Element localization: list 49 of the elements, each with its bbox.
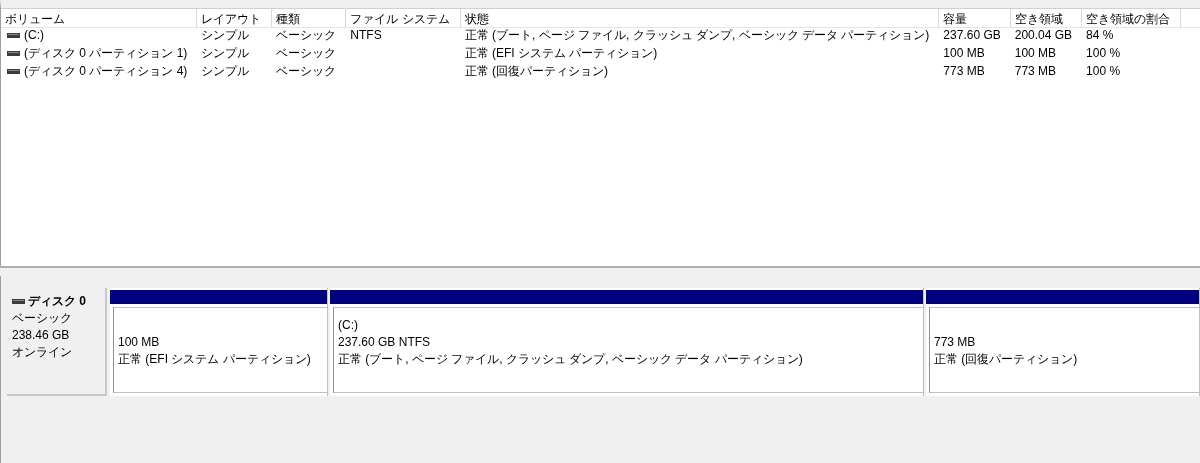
drive-icon xyxy=(7,68,20,74)
table-cell: 773 MB xyxy=(1014,64,1057,78)
drive-icon xyxy=(7,32,20,38)
partition-size: 237.60 GB NTFS xyxy=(338,334,432,351)
partition-status: 正常 (回復パーティション) xyxy=(934,351,1079,368)
drive-icon xyxy=(7,50,20,56)
column-header[interactable]: 容量 xyxy=(939,8,1011,28)
table-cell: 200.04 GB xyxy=(1014,28,1073,42)
table-cell: 正常 (回復パーティション) xyxy=(464,62,608,80)
volume-name[interactable]: (ディスク 0 パーティション 1) xyxy=(24,44,188,62)
partition-status: 正常 (EFI システム パーティション) xyxy=(118,351,312,368)
column-header[interactable]: 状態 xyxy=(460,8,940,28)
volume-name[interactable]: (C:) xyxy=(24,28,44,42)
partition-size: 773 MB xyxy=(934,334,977,351)
disk-size: 238.46 GB xyxy=(12,328,71,343)
disk-name: ディスク 0 xyxy=(28,294,86,309)
partition-size: 100 MB xyxy=(118,334,161,351)
partition-status: 正常 (ブート, ページ ファイル, クラッシュ ダンプ, ベーシック データ パーティション) xyxy=(338,351,804,368)
column-header[interactable]: 空き領域 xyxy=(1010,8,1083,28)
table-cell: 100 MB xyxy=(1014,46,1057,60)
table-cell: 100 % xyxy=(1086,46,1121,60)
column-header[interactable]: レイアウト xyxy=(197,8,273,28)
table-cell: 84 % xyxy=(1086,28,1114,42)
volume-name[interactable]: (ディスク 0 パーティション 4) xyxy=(24,62,188,80)
disk-label-panel[interactable]: ディスク 0 ベーシック 238.46 GB オンライン xyxy=(7,288,107,396)
table-cell: シンプル xyxy=(201,26,250,44)
table-cell: 正常 (EFI システム パーティション) xyxy=(464,44,658,62)
disk-type: ベーシック xyxy=(12,311,73,326)
partition-block[interactable]: 100 MB 正常 (EFI システム パーティション) xyxy=(110,288,328,396)
table-cell: 100 % xyxy=(1086,64,1121,78)
partition-block[interactable]: (C:) 237.60 GB NTFS 正常 (ブート, ページ ファイル, クラッシュ ダンプ, ベーシック データ パーティション) xyxy=(330,288,924,396)
partition-block[interactable]: 773 MB 正常 (回復パーティション) xyxy=(926,288,1200,396)
column-header[interactable]: 空き領域の割合 xyxy=(1082,8,1182,28)
table-cell: シンプル xyxy=(201,44,250,62)
table-cell: ベーシック xyxy=(276,44,337,62)
disk-icon xyxy=(12,299,25,304)
table-cell: 100 MB xyxy=(943,46,985,60)
table-cell: 正常 (ブート, ページ ファイル, クラッシュ ダンプ, ベーシック データ パーティション) xyxy=(464,26,930,44)
column-header[interactable]: ボリューム xyxy=(1,8,198,28)
disk-status: オンライン xyxy=(12,345,73,360)
partition-label: (C:) xyxy=(338,317,359,334)
table-cell: ベーシック xyxy=(276,62,337,80)
table-cell: シンプル xyxy=(201,62,250,80)
column-header[interactable]: 種類 xyxy=(272,8,347,28)
table-cell: 773 MB xyxy=(943,64,985,78)
column-header[interactable]: ファイル システム xyxy=(346,8,461,28)
table-cell: 237.60 GB xyxy=(943,28,1001,42)
table-cell: NTFS xyxy=(350,28,382,42)
table-cell: ベーシック xyxy=(276,26,337,44)
